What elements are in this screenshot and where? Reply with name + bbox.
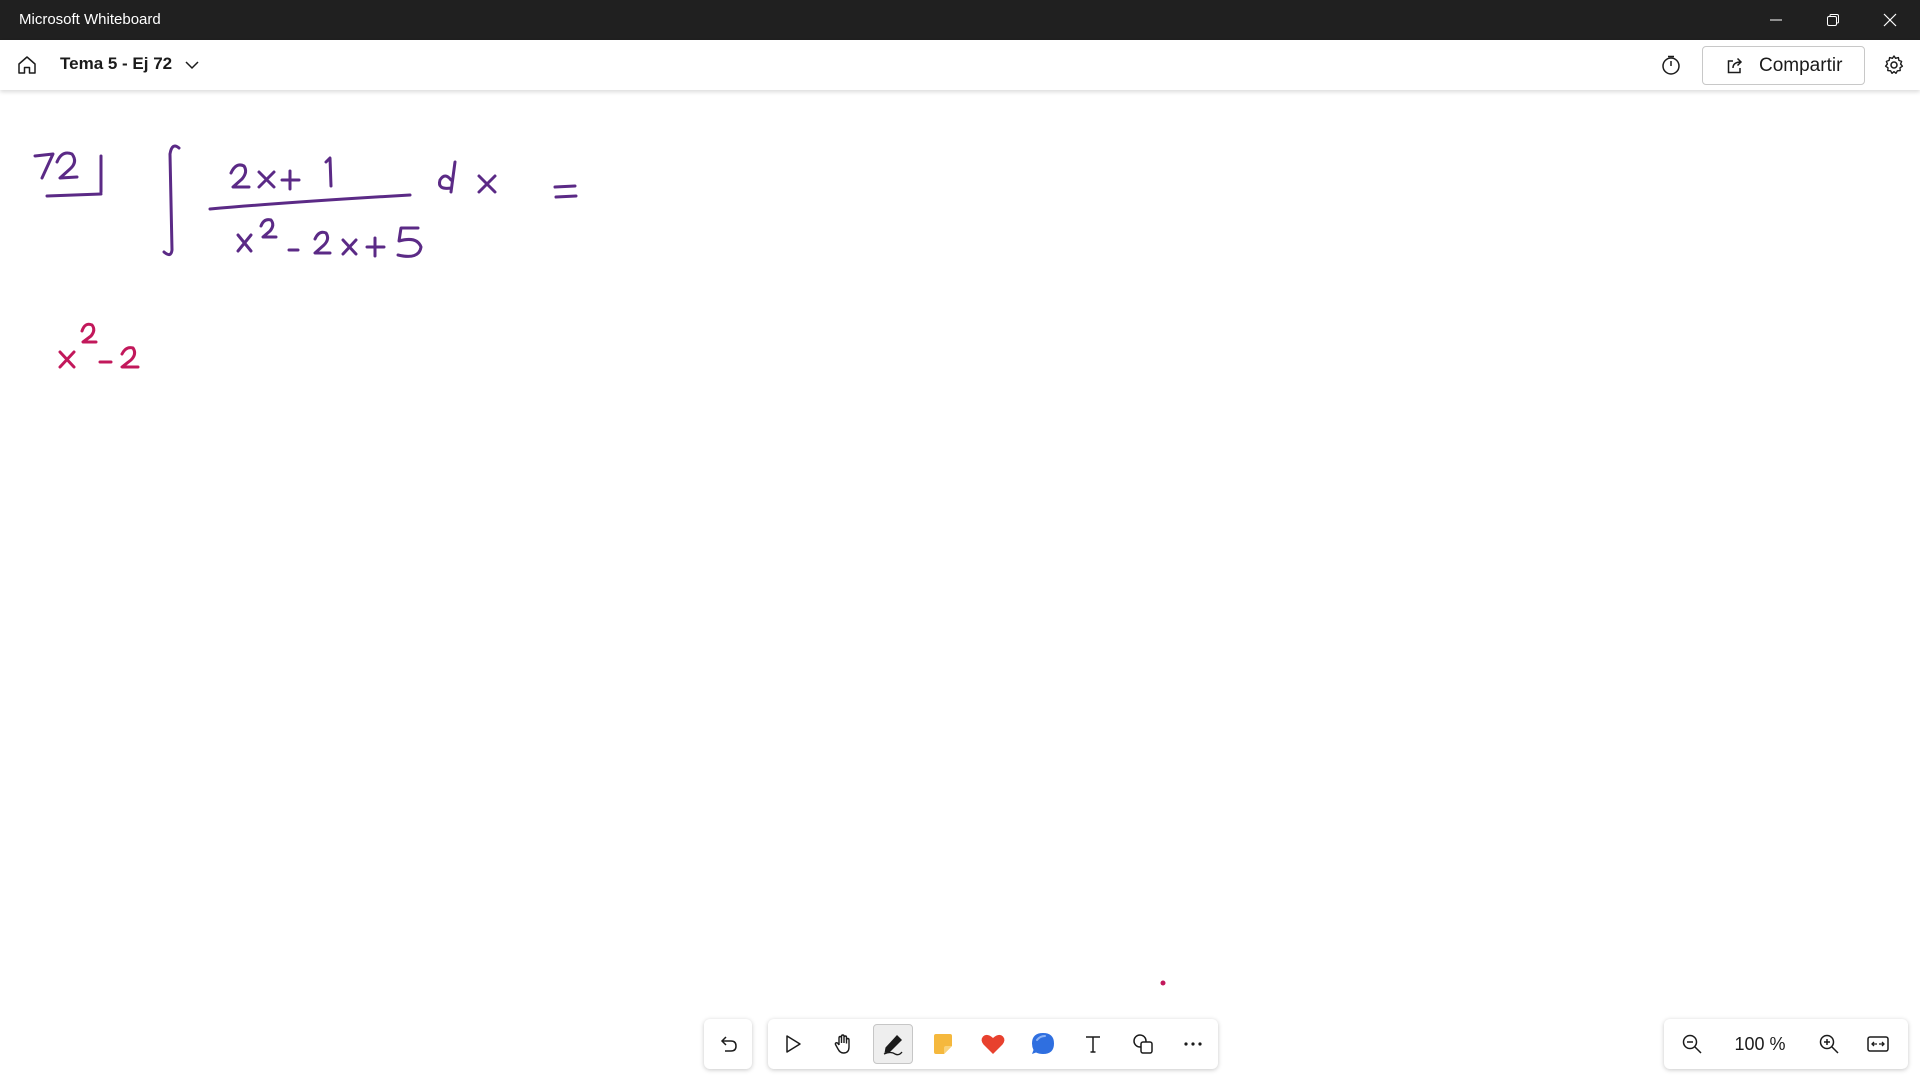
- integral-sign-ink: [162, 144, 181, 257]
- zoom-controls: 100 %: [1664, 1019, 1908, 1069]
- window-titlebar: Microsoft Whiteboard: [0, 0, 1920, 40]
- zoom-level[interactable]: 100 %: [1728, 1034, 1792, 1055]
- home-button[interactable]: [10, 48, 44, 82]
- zoom-in-button[interactable]: [1809, 1024, 1849, 1064]
- fraction-bar-ink: [208, 193, 412, 211]
- app-toolbar: Tema 5 - Ej 72 Compartir: [0, 40, 1920, 90]
- pen-icon: [883, 1035, 903, 1056]
- handwritten-integral: [33, 144, 578, 258]
- shapes-tool[interactable]: [1123, 1024, 1163, 1064]
- undo-icon: [720, 1036, 737, 1052]
- text-tool[interactable]: [1073, 1024, 1113, 1064]
- sticky-note-icon: [934, 1034, 952, 1054]
- pointer-icon: [786, 1035, 801, 1053]
- denominator-ink: [236, 218, 423, 258]
- pan-tool[interactable]: [823, 1024, 863, 1064]
- shapes-icon: [1133, 1034, 1153, 1054]
- share-label: Compartir: [1759, 54, 1843, 76]
- pen-tool[interactable]: [873, 1024, 913, 1064]
- select-tool[interactable]: [773, 1024, 813, 1064]
- comment-icon: [1032, 1033, 1054, 1054]
- text-icon: [1086, 1036, 1100, 1053]
- restore-button[interactable]: [1805, 0, 1861, 40]
- exercise-number-ink: [33, 151, 103, 198]
- share-button[interactable]: Compartir: [1702, 46, 1865, 85]
- equals-ink: [553, 184, 578, 199]
- more-icon: [1184, 1042, 1202, 1046]
- fit-to-screen-button[interactable]: [1858, 1024, 1898, 1064]
- sticky-note-tool[interactable]: [923, 1024, 963, 1064]
- whiteboard-canvas[interactable]: [0, 90, 1920, 1080]
- board-title[interactable]: Tema 5 - Ej 72: [60, 54, 172, 74]
- gear-icon: [1884, 55, 1904, 74]
- more-tools-button[interactable]: [1173, 1024, 1213, 1064]
- hand-icon: [834, 1034, 850, 1054]
- reactions-tool[interactable]: [973, 1024, 1013, 1064]
- zoom-out-button[interactable]: [1672, 1024, 1712, 1064]
- restore-icon: [1827, 14, 1839, 26]
- minimize-icon: [1770, 19, 1782, 21]
- share-icon: [1727, 57, 1743, 73]
- undo-button[interactable]: [708, 1024, 748, 1064]
- timer-button[interactable]: [1654, 48, 1688, 82]
- close-icon: [1883, 13, 1897, 27]
- fit-to-screen-icon: [1867, 1036, 1889, 1052]
- comment-tool[interactable]: [1023, 1024, 1063, 1064]
- zoom-out-icon: [1682, 1034, 1702, 1054]
- numerator-ink: [229, 156, 333, 191]
- window-title: Microsoft Whiteboard: [19, 11, 161, 28]
- tools-group: [768, 1019, 1218, 1069]
- zoom-in-icon: [1819, 1034, 1839, 1054]
- minimize-button[interactable]: [1748, 0, 1804, 40]
- close-button[interactable]: [1862, 0, 1918, 40]
- home-icon: [18, 56, 36, 74]
- heart-icon: [981, 1034, 1005, 1054]
- settings-button[interactable]: [1877, 48, 1911, 82]
- undo-group: [704, 1019, 752, 1069]
- handwritten-note: [58, 322, 140, 369]
- dx-ink: [438, 160, 497, 194]
- pen-cursor-dot: [1160, 980, 1166, 986]
- timer-icon: [1662, 55, 1680, 75]
- board-menu-button[interactable]: [180, 53, 204, 77]
- chevron-down-icon: [185, 61, 199, 70]
